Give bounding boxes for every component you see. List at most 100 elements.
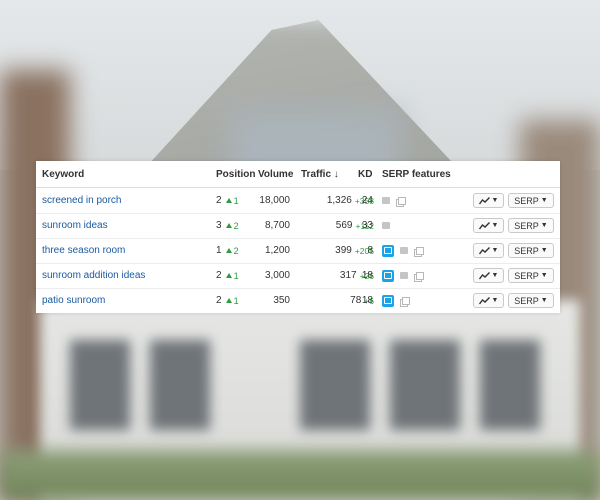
volume-value: 3,000 (264, 270, 290, 281)
position-change: 1 (233, 270, 239, 281)
pages-icon (396, 196, 406, 207)
keyword-link[interactable]: patio sunroom (42, 295, 105, 306)
chevron-down-icon: ▼ (491, 222, 499, 229)
serp-features-cell (382, 263, 428, 288)
kd-value: 8 (367, 245, 373, 256)
traffic-value: 1,326 (326, 195, 352, 206)
pages-icon (414, 271, 424, 282)
up-arrow-icon (225, 198, 232, 203)
up-arrow-icon (225, 273, 232, 278)
column-header-volume[interactable]: Volume (258, 161, 293, 187)
snippet-icon (400, 247, 408, 254)
trend-line-icon (478, 296, 490, 304)
snippet-icon (382, 197, 390, 204)
keyword-link[interactable]: sunroom addition ideas (42, 270, 145, 281)
snippet-icon (400, 272, 408, 279)
chevron-down-icon: ▼ (540, 247, 548, 254)
table-row: three season room 1 2 1,200 399 +205 8 ▼… (36, 238, 560, 264)
volume-value: 350 (273, 295, 290, 306)
kd-value: 24 (361, 195, 373, 206)
position-value: 2 (216, 295, 222, 306)
kd-value: 33 (361, 220, 373, 231)
position-change: 2 (233, 245, 239, 256)
table-header: Keyword Position Volume Traffic ↓ KD SER… (36, 161, 560, 188)
chevron-down-icon: ▼ (540, 272, 548, 279)
trend-chart-button[interactable]: ▼ (473, 243, 504, 258)
row-actions: ▼ SERP ▼ (469, 213, 554, 238)
trend-chart-button[interactable]: ▼ (473, 193, 504, 208)
traffic-value: 569 (335, 220, 353, 231)
serp-button-label: SERP (514, 195, 539, 206)
position-value: 3 (216, 220, 222, 231)
chevron-down-icon: ▼ (491, 297, 499, 304)
position-cell: 2 1 (216, 263, 239, 288)
serp-button-label: SERP (514, 220, 539, 231)
serp-features-cell (382, 188, 410, 213)
up-arrow-icon (225, 298, 232, 303)
kd-value: 18 (361, 270, 373, 281)
keyword-link[interactable]: sunroom ideas (42, 220, 108, 231)
up-arrow-icon (225, 248, 232, 253)
serp-button-label: SERP (514, 270, 539, 281)
position-cell: 2 1 (216, 188, 239, 213)
row-actions: ▼ SERP ▼ (469, 288, 554, 313)
serp-button[interactable]: SERP ▼ (508, 293, 554, 308)
position-change: 1 (233, 195, 239, 206)
image-pack-icon[interactable] (382, 269, 394, 282)
row-actions: ▼ SERP ▼ (469, 188, 554, 213)
row-actions: ▼ SERP ▼ (469, 238, 554, 263)
position-change: 2 (233, 220, 239, 231)
trend-line-icon (478, 221, 490, 229)
position-cell: 3 2 (216, 213, 239, 238)
keyword-link[interactable]: three season room (42, 245, 125, 256)
column-header-serp-features[interactable]: SERP features (382, 161, 451, 187)
trend-line-icon (478, 271, 490, 279)
serp-button[interactable]: SERP ▼ (508, 218, 554, 233)
chevron-down-icon: ▼ (491, 247, 499, 254)
pages-icon (414, 246, 424, 257)
column-header-kd[interactable]: KD (358, 161, 372, 187)
volume-value: 8,700 (264, 220, 290, 231)
row-actions: ▼ SERP ▼ (469, 263, 554, 288)
trend-chart-button[interactable]: ▼ (473, 218, 504, 233)
image-pack-icon[interactable] (382, 244, 394, 257)
trend-line-icon (478, 246, 490, 254)
position-value: 1 (216, 245, 222, 256)
column-header-traffic[interactable]: Traffic ↓ (301, 161, 339, 187)
chevron-down-icon: ▼ (540, 297, 548, 304)
volume-value: 18,000 (259, 195, 290, 206)
snippet-icon (382, 222, 390, 229)
keywords-table: Keyword Position Volume Traffic ↓ KD SER… (36, 161, 560, 313)
position-cell: 2 1 (216, 288, 239, 313)
serp-button-label: SERP (514, 245, 539, 256)
serp-button-label: SERP (514, 295, 539, 306)
position-cell: 1 2 (216, 238, 239, 263)
serp-button[interactable]: SERP ▼ (508, 243, 554, 258)
volume-value: 1,200 (264, 245, 290, 256)
table-row: screened in porch 2 1 18,000 1,326 +358 … (36, 188, 560, 214)
traffic-value: 399 (335, 245, 352, 256)
up-arrow-icon (225, 223, 232, 228)
serp-features-cell (382, 213, 396, 238)
trend-chart-button[interactable]: ▼ (473, 293, 504, 308)
table-row: patio sunroom 2 1 350 78 +6 18 ▼ SERP ▼ (36, 288, 560, 313)
column-header-keyword[interactable]: Keyword (42, 161, 84, 187)
image-pack-icon[interactable] (382, 294, 394, 307)
chevron-down-icon: ▼ (491, 197, 499, 204)
serp-button[interactable]: SERP ▼ (508, 268, 554, 283)
position-change: 1 (233, 295, 239, 306)
trend-line-icon (478, 196, 490, 204)
table-row: sunroom ideas 3 2 8,700 569 +112 33 ▼ SE… (36, 213, 560, 239)
chevron-down-icon: ▼ (540, 222, 548, 229)
pages-icon (400, 296, 410, 307)
position-value: 2 (216, 195, 222, 206)
kd-value: 18 (361, 295, 373, 306)
table-row: sunroom addition ideas 2 1 3,000 317 +26… (36, 263, 560, 289)
keyword-link[interactable]: screened in porch (42, 195, 122, 206)
trend-chart-button[interactable]: ▼ (473, 268, 504, 283)
serp-features-cell (382, 238, 428, 263)
column-header-position[interactable]: Position (216, 161, 255, 187)
serp-button[interactable]: SERP ▼ (508, 193, 554, 208)
chevron-down-icon: ▼ (491, 272, 499, 279)
traffic-value: 317 (339, 270, 357, 281)
